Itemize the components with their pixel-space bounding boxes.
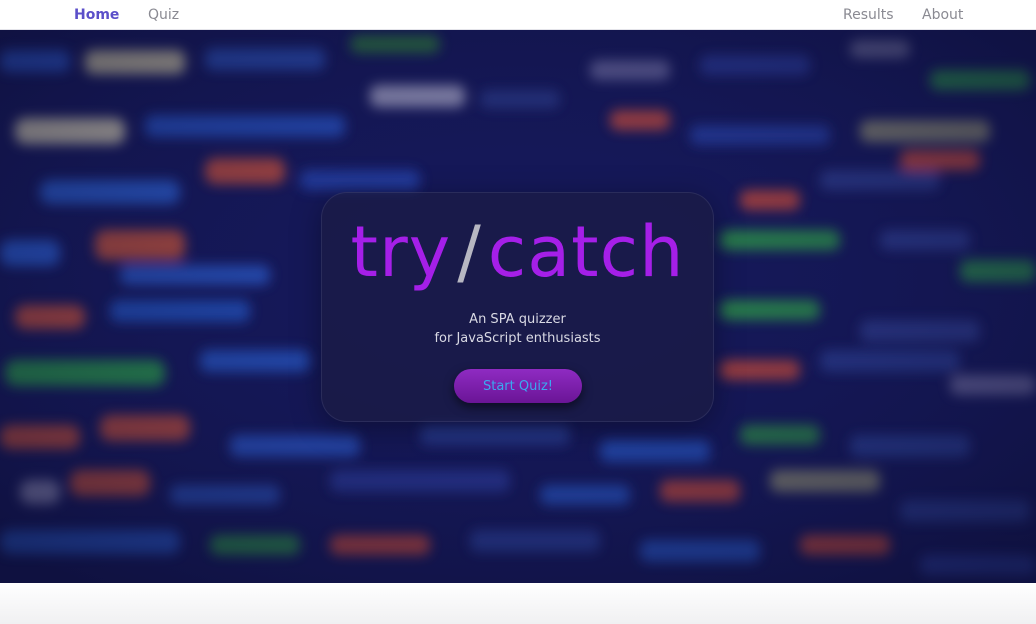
app-logo: try/catch [322, 207, 713, 297]
start-quiz-button[interactable]: Start Quiz! [454, 369, 582, 403]
hero-section: try/catch An SPA quizzer for JavaScript … [0, 30, 1036, 583]
subtitle-line-1: An SPA quizzer [469, 312, 566, 327]
hero-card: try/catch An SPA quizzer for JavaScript … [321, 192, 714, 422]
logo-slash: / [457, 211, 482, 293]
subtitle-line-2: for JavaScript enthusiasts [434, 331, 601, 346]
logo-try: try [350, 211, 452, 293]
top-nav: Home Quiz Results About [0, 0, 1036, 30]
footer-area [0, 583, 1036, 624]
nav-about-link[interactable]: About [922, 7, 963, 23]
logo-catch: catch [487, 211, 685, 293]
nav-results-link[interactable]: Results [843, 7, 894, 23]
nav-home-link[interactable]: Home [74, 7, 119, 23]
nav-quiz-link[interactable]: Quiz [148, 7, 179, 23]
